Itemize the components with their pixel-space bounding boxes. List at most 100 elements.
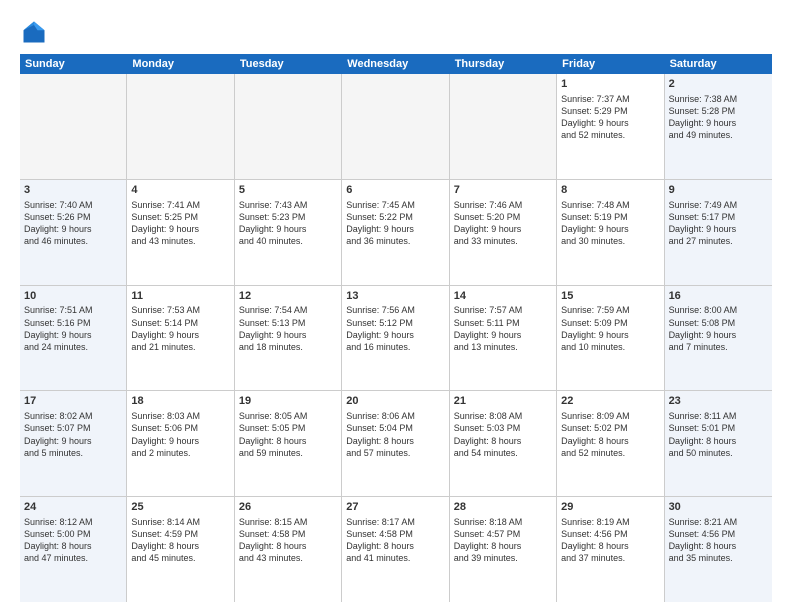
day-cell-13: 13Sunrise: 7:56 AM Sunset: 5:12 PM Dayli…	[342, 286, 449, 391]
calendar-header: SundayMondayTuesdayWednesdayThursdayFrid…	[20, 54, 772, 74]
day-info: Sunrise: 7:56 AM Sunset: 5:12 PM Dayligh…	[346, 304, 444, 353]
day-cell-25: 25Sunrise: 8:14 AM Sunset: 4:59 PM Dayli…	[127, 497, 234, 602]
day-cell-30: 30Sunrise: 8:21 AM Sunset: 4:56 PM Dayli…	[665, 497, 772, 602]
day-number: 30	[669, 500, 768, 515]
day-number: 17	[24, 394, 122, 409]
day-cell-11: 11Sunrise: 7:53 AM Sunset: 5:14 PM Dayli…	[127, 286, 234, 391]
day-number: 15	[561, 289, 659, 304]
day-cell-10: 10Sunrise: 7:51 AM Sunset: 5:16 PM Dayli…	[20, 286, 127, 391]
day-cell-14: 14Sunrise: 7:57 AM Sunset: 5:11 PM Dayli…	[450, 286, 557, 391]
day-number: 4	[131, 183, 229, 198]
day-info: Sunrise: 7:46 AM Sunset: 5:20 PM Dayligh…	[454, 199, 552, 248]
day-info: Sunrise: 7:45 AM Sunset: 5:22 PM Dayligh…	[346, 199, 444, 248]
header-day-tuesday: Tuesday	[235, 54, 342, 74]
day-info: Sunrise: 7:48 AM Sunset: 5:19 PM Dayligh…	[561, 199, 659, 248]
day-cell-26: 26Sunrise: 8:15 AM Sunset: 4:58 PM Dayli…	[235, 497, 342, 602]
day-cell-20: 20Sunrise: 8:06 AM Sunset: 5:04 PM Dayli…	[342, 391, 449, 496]
day-cell-27: 27Sunrise: 8:17 AM Sunset: 4:58 PM Dayli…	[342, 497, 449, 602]
week-row-4: 17Sunrise: 8:02 AM Sunset: 5:07 PM Dayli…	[20, 391, 772, 497]
calendar: SundayMondayTuesdayWednesdayThursdayFrid…	[20, 54, 772, 602]
day-number: 13	[346, 289, 444, 304]
day-info: Sunrise: 8:17 AM Sunset: 4:58 PM Dayligh…	[346, 516, 444, 565]
header-day-thursday: Thursday	[450, 54, 557, 74]
day-info: Sunrise: 8:21 AM Sunset: 4:56 PM Dayligh…	[669, 516, 768, 565]
day-info: Sunrise: 8:02 AM Sunset: 5:07 PM Dayligh…	[24, 410, 122, 459]
day-info: Sunrise: 7:53 AM Sunset: 5:14 PM Dayligh…	[131, 304, 229, 353]
page: SundayMondayTuesdayWednesdayThursdayFrid…	[0, 0, 792, 612]
calendar-body: 1Sunrise: 7:37 AM Sunset: 5:29 PM Daylig…	[20, 74, 772, 602]
day-number: 24	[24, 500, 122, 515]
day-number: 22	[561, 394, 659, 409]
day-info: Sunrise: 8:15 AM Sunset: 4:58 PM Dayligh…	[239, 516, 337, 565]
header-day-saturday: Saturday	[665, 54, 772, 74]
day-number: 6	[346, 183, 444, 198]
day-number: 27	[346, 500, 444, 515]
day-info: Sunrise: 8:11 AM Sunset: 5:01 PM Dayligh…	[669, 410, 768, 459]
week-row-2: 3Sunrise: 7:40 AM Sunset: 5:26 PM Daylig…	[20, 180, 772, 286]
empty-cell	[20, 74, 127, 179]
day-number: 8	[561, 183, 659, 198]
day-info: Sunrise: 8:08 AM Sunset: 5:03 PM Dayligh…	[454, 410, 552, 459]
day-info: Sunrise: 7:43 AM Sunset: 5:23 PM Dayligh…	[239, 199, 337, 248]
empty-cell	[450, 74, 557, 179]
day-cell-1: 1Sunrise: 7:37 AM Sunset: 5:29 PM Daylig…	[557, 74, 664, 179]
day-info: Sunrise: 8:03 AM Sunset: 5:06 PM Dayligh…	[131, 410, 229, 459]
day-cell-7: 7Sunrise: 7:46 AM Sunset: 5:20 PM Daylig…	[450, 180, 557, 285]
day-cell-6: 6Sunrise: 7:45 AM Sunset: 5:22 PM Daylig…	[342, 180, 449, 285]
day-info: Sunrise: 8:09 AM Sunset: 5:02 PM Dayligh…	[561, 410, 659, 459]
header-day-monday: Monday	[127, 54, 234, 74]
day-info: Sunrise: 8:12 AM Sunset: 5:00 PM Dayligh…	[24, 516, 122, 565]
day-number: 1	[561, 77, 659, 92]
day-cell-29: 29Sunrise: 8:19 AM Sunset: 4:56 PM Dayli…	[557, 497, 664, 602]
day-number: 5	[239, 183, 337, 198]
day-number: 10	[24, 289, 122, 304]
day-cell-23: 23Sunrise: 8:11 AM Sunset: 5:01 PM Dayli…	[665, 391, 772, 496]
header-day-wednesday: Wednesday	[342, 54, 449, 74]
day-number: 3	[24, 183, 122, 198]
day-number: 25	[131, 500, 229, 515]
day-cell-21: 21Sunrise: 8:08 AM Sunset: 5:03 PM Dayli…	[450, 391, 557, 496]
logo-icon	[20, 18, 48, 46]
week-row-3: 10Sunrise: 7:51 AM Sunset: 5:16 PM Dayli…	[20, 286, 772, 392]
day-cell-15: 15Sunrise: 7:59 AM Sunset: 5:09 PM Dayli…	[557, 286, 664, 391]
day-cell-9: 9Sunrise: 7:49 AM Sunset: 5:17 PM Daylig…	[665, 180, 772, 285]
header	[20, 18, 772, 46]
week-row-1: 1Sunrise: 7:37 AM Sunset: 5:29 PM Daylig…	[20, 74, 772, 180]
header-day-friday: Friday	[557, 54, 664, 74]
day-info: Sunrise: 7:41 AM Sunset: 5:25 PM Dayligh…	[131, 199, 229, 248]
day-number: 28	[454, 500, 552, 515]
empty-cell	[235, 74, 342, 179]
week-row-5: 24Sunrise: 8:12 AM Sunset: 5:00 PM Dayli…	[20, 497, 772, 602]
day-info: Sunrise: 7:57 AM Sunset: 5:11 PM Dayligh…	[454, 304, 552, 353]
day-info: Sunrise: 7:59 AM Sunset: 5:09 PM Dayligh…	[561, 304, 659, 353]
day-number: 11	[131, 289, 229, 304]
day-info: Sunrise: 8:05 AM Sunset: 5:05 PM Dayligh…	[239, 410, 337, 459]
day-number: 23	[669, 394, 768, 409]
day-cell-12: 12Sunrise: 7:54 AM Sunset: 5:13 PM Dayli…	[235, 286, 342, 391]
day-cell-5: 5Sunrise: 7:43 AM Sunset: 5:23 PM Daylig…	[235, 180, 342, 285]
day-cell-8: 8Sunrise: 7:48 AM Sunset: 5:19 PM Daylig…	[557, 180, 664, 285]
day-cell-4: 4Sunrise: 7:41 AM Sunset: 5:25 PM Daylig…	[127, 180, 234, 285]
day-info: Sunrise: 7:38 AM Sunset: 5:28 PM Dayligh…	[669, 93, 768, 142]
day-cell-22: 22Sunrise: 8:09 AM Sunset: 5:02 PM Dayli…	[557, 391, 664, 496]
day-cell-16: 16Sunrise: 8:00 AM Sunset: 5:08 PM Dayli…	[665, 286, 772, 391]
day-cell-18: 18Sunrise: 8:03 AM Sunset: 5:06 PM Dayli…	[127, 391, 234, 496]
day-info: Sunrise: 8:19 AM Sunset: 4:56 PM Dayligh…	[561, 516, 659, 565]
day-number: 2	[669, 77, 768, 92]
day-number: 26	[239, 500, 337, 515]
day-number: 16	[669, 289, 768, 304]
day-number: 29	[561, 500, 659, 515]
day-number: 20	[346, 394, 444, 409]
day-info: Sunrise: 8:18 AM Sunset: 4:57 PM Dayligh…	[454, 516, 552, 565]
day-info: Sunrise: 7:49 AM Sunset: 5:17 PM Dayligh…	[669, 199, 768, 248]
day-cell-28: 28Sunrise: 8:18 AM Sunset: 4:57 PM Dayli…	[450, 497, 557, 602]
day-cell-3: 3Sunrise: 7:40 AM Sunset: 5:26 PM Daylig…	[20, 180, 127, 285]
day-number: 14	[454, 289, 552, 304]
day-info: Sunrise: 7:40 AM Sunset: 5:26 PM Dayligh…	[24, 199, 122, 248]
empty-cell	[127, 74, 234, 179]
day-number: 18	[131, 394, 229, 409]
day-cell-24: 24Sunrise: 8:12 AM Sunset: 5:00 PM Dayli…	[20, 497, 127, 602]
day-info: Sunrise: 8:14 AM Sunset: 4:59 PM Dayligh…	[131, 516, 229, 565]
header-day-sunday: Sunday	[20, 54, 127, 74]
empty-cell	[342, 74, 449, 179]
